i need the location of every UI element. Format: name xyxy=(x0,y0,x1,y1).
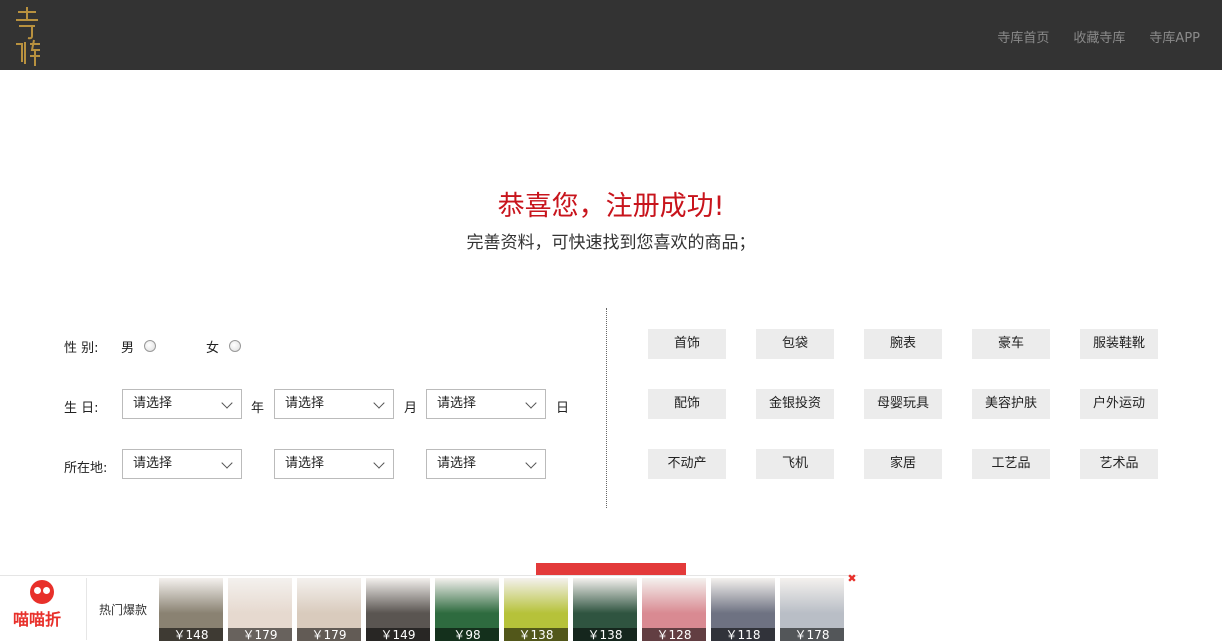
product-thumb[interactable]: ￥179 xyxy=(228,578,292,641)
product-price: ￥149 xyxy=(366,628,430,641)
birth-day-select[interactable]: 请选择 xyxy=(426,389,546,419)
district-select[interactable]: 请选择 xyxy=(426,449,546,479)
male-label: 男 xyxy=(121,341,135,356)
product-price: ￥179 xyxy=(228,628,292,641)
chevron-down-icon xyxy=(221,457,233,469)
product-thumb[interactable]: ￥138 xyxy=(573,578,637,641)
province-select[interactable]: 请选择 xyxy=(122,449,242,479)
female-radio[interactable] xyxy=(229,340,241,352)
tag-beauty[interactable]: 美容护肤 xyxy=(972,389,1050,419)
male-radio[interactable] xyxy=(144,340,156,352)
product-price: ￥98 xyxy=(435,628,499,641)
promo-bar: 喵喵折 热门爆款 ￥148 ￥179 ￥179 ￥149 ￥98 ￥138 ￥138 ￥128… xyxy=(0,575,858,641)
birthday-label: 生 日: xyxy=(64,401,99,416)
product-thumb[interactable]: ￥148 xyxy=(159,578,223,641)
birth-year-select[interactable]: 请选择 xyxy=(122,389,242,419)
form-divider xyxy=(606,308,607,508)
promo-divider xyxy=(86,578,87,640)
day-unit: 日 xyxy=(556,401,570,416)
chevron-down-icon xyxy=(373,397,385,409)
tag-real-estate[interactable]: 不动产 xyxy=(648,449,726,479)
product-thumb[interactable]: ￥138 xyxy=(504,578,568,641)
tag-aircraft[interactable]: 飞机 xyxy=(756,449,834,479)
province-value: 请选择 xyxy=(133,456,173,471)
promo-brand: 喵喵折 xyxy=(13,610,62,629)
product-price: ￥138 xyxy=(573,628,637,641)
birth-month-select[interactable]: 请选择 xyxy=(274,389,394,419)
product-thumb[interactable]: ￥149 xyxy=(366,578,430,641)
birth-day-value: 请选择 xyxy=(437,396,477,411)
product-price: ￥128 xyxy=(642,628,706,641)
birth-year-value: 请选择 xyxy=(133,396,173,411)
cat-face-icon xyxy=(30,580,54,604)
product-thumb[interactable]: ￥178 xyxy=(780,578,844,641)
secoo-logo[interactable] xyxy=(10,4,44,66)
miaomiaozhe-logo[interactable]: 喵喵折 xyxy=(0,576,86,641)
close-icon[interactable]: ✖ xyxy=(846,573,858,585)
product-price: ￥148 xyxy=(159,628,223,641)
tag-cars[interactable]: 豪车 xyxy=(972,329,1050,359)
nav-app-link[interactable]: 寺库APP xyxy=(1149,27,1200,46)
product-thumb[interactable]: ￥128 xyxy=(642,578,706,641)
success-subtitle: 完善资料，可快速找到您喜欢的商品； xyxy=(466,233,756,253)
year-unit: 年 xyxy=(251,401,265,416)
tag-apparel-shoes[interactable]: 服装鞋靴 xyxy=(1080,329,1158,359)
location-label: 所在地: xyxy=(64,461,108,476)
nav-home-link[interactable]: 寺库首页 xyxy=(997,27,1049,46)
product-price: ￥138 xyxy=(504,628,568,641)
gender-label: 性 别: xyxy=(64,341,99,356)
nav-favorite-link[interactable]: 收藏寺库 xyxy=(1073,27,1125,46)
product-thumb[interactable]: ￥118 xyxy=(711,578,775,641)
tag-home[interactable]: 家居 xyxy=(864,449,942,479)
product-thumb[interactable]: ￥98 xyxy=(435,578,499,641)
product-price: ￥178 xyxy=(780,628,844,641)
tag-art[interactable]: 艺术品 xyxy=(1080,449,1158,479)
district-value: 请选择 xyxy=(437,456,477,471)
product-price: ￥179 xyxy=(297,628,361,641)
chevron-down-icon xyxy=(221,397,233,409)
city-select[interactable]: 请选择 xyxy=(274,449,394,479)
product-price: ￥118 xyxy=(711,628,775,641)
top-bar: 寺库首页 收藏寺库 寺库APP xyxy=(0,0,1222,70)
tag-gold-investment[interactable]: 金银投资 xyxy=(756,389,834,419)
birth-month-value: 请选择 xyxy=(285,396,325,411)
tag-outdoor[interactable]: 户外运动 xyxy=(1080,389,1158,419)
header-nav: 寺库首页 收藏寺库 寺库APP xyxy=(997,27,1200,46)
city-value: 请选择 xyxy=(285,456,325,471)
tag-crafts[interactable]: 工艺品 xyxy=(972,449,1050,479)
tag-accessories[interactable]: 配饰 xyxy=(648,389,726,419)
chevron-down-icon xyxy=(373,457,385,469)
product-thumb[interactable]: ￥179 xyxy=(297,578,361,641)
chevron-down-icon xyxy=(525,457,537,469)
tag-bags[interactable]: 包袋 xyxy=(756,329,834,359)
success-title: 恭喜您，注册成功! xyxy=(497,191,725,222)
promo-label: 热门爆款 xyxy=(99,603,148,617)
chevron-down-icon xyxy=(525,397,537,409)
month-unit: 月 xyxy=(404,401,418,416)
tag-jewelry[interactable]: 首饰 xyxy=(648,329,726,359)
tag-watches[interactable]: 腕表 xyxy=(864,329,942,359)
female-label: 女 xyxy=(206,341,220,356)
tag-baby-toys[interactable]: 母婴玩具 xyxy=(864,389,942,419)
